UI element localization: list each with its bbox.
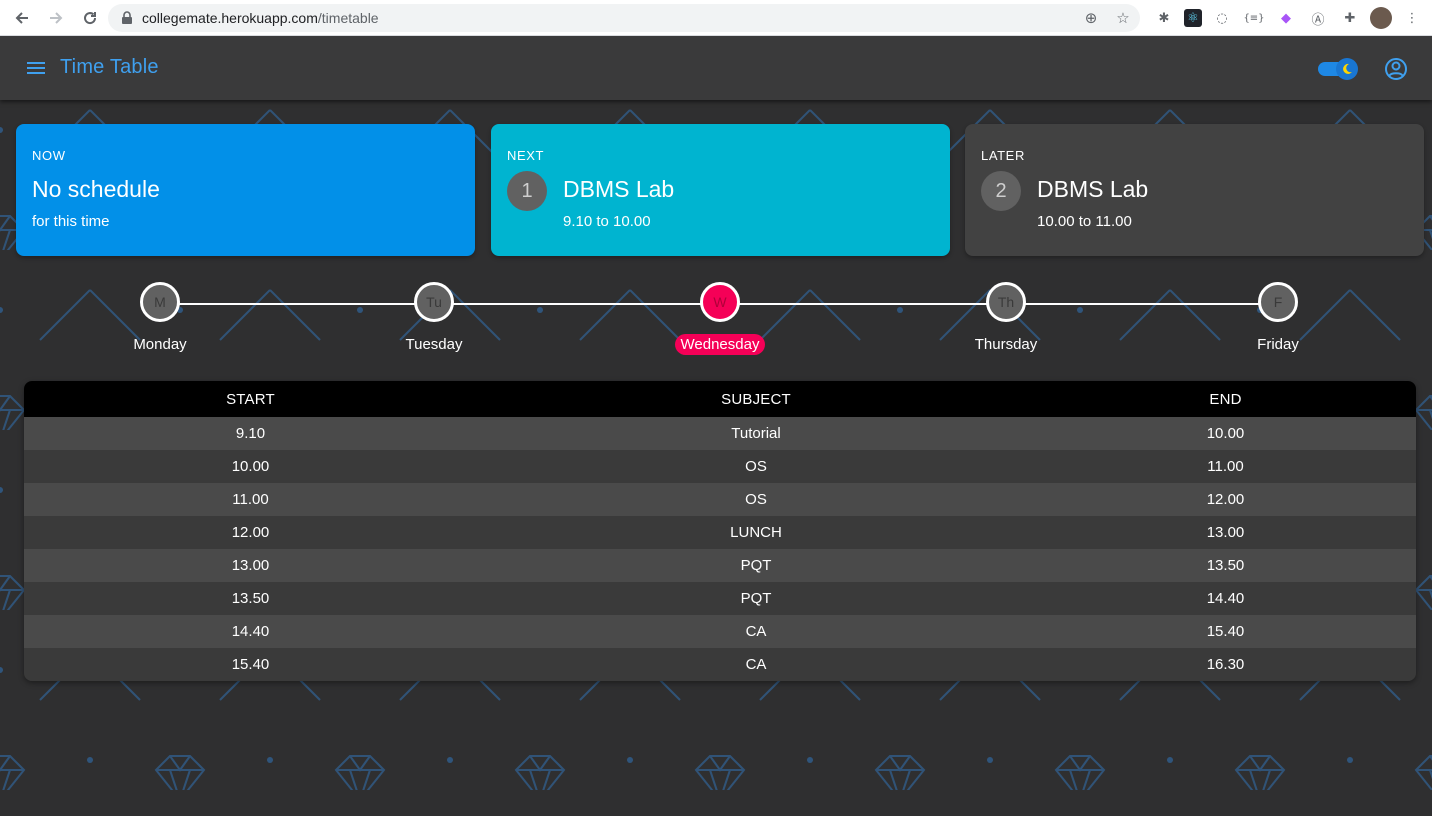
cell-start: 11.00	[232, 491, 269, 508]
star-icon[interactable]: ☆	[1114, 9, 1132, 27]
bug-extension-icon[interactable]: ✱	[1152, 6, 1176, 30]
cell-subject: OS	[745, 491, 767, 508]
now-card: NOW No schedule for this time	[16, 124, 475, 256]
back-icon[interactable]	[6, 2, 38, 34]
cell-end: 12.00	[1206, 491, 1245, 508]
cell-subject: CA	[745, 656, 767, 673]
card-label: NEXT	[507, 148, 545, 163]
day-step-wednesday[interactable]: W Wednesday	[660, 282, 780, 355]
forward-icon[interactable]	[40, 2, 72, 34]
card-label: LATER	[981, 148, 1025, 163]
table-row: 13.00 PQT 13.50	[24, 549, 1416, 582]
day-step-friday[interactable]: F Friday	[1218, 282, 1338, 355]
cell-end: 13.00	[1206, 524, 1245, 541]
app-bar: Time Table	[0, 36, 1432, 100]
json-extension-icon[interactable]: {≡}	[1242, 6, 1266, 30]
card-subtitle: 10.00 to 11.00	[1037, 213, 1132, 230]
add-tab-icon[interactable]: ⊕	[1082, 9, 1100, 27]
cell-end: 13.50	[1206, 557, 1245, 574]
card-title: DBMS Lab	[1037, 176, 1149, 202]
chrome-menu-icon[interactable]: ⋮	[1400, 6, 1424, 30]
table-row: 14.40 CA 15.40	[24, 615, 1416, 648]
moon-icon	[1336, 58, 1358, 80]
day-step-tuesday[interactable]: Tu Tuesday	[374, 282, 494, 355]
column-header-start: START	[226, 390, 275, 408]
cell-start: 13.00	[231, 557, 270, 574]
table-row: 15.40 CA 16.30	[24, 648, 1416, 681]
cell-start: 12.00	[231, 524, 270, 541]
day-dot[interactable]: F	[1258, 282, 1298, 322]
cell-subject: PQT	[740, 590, 772, 607]
url-text: collegemate.herokuapp.com/timetable	[142, 10, 379, 26]
day-step-thursday[interactable]: Th Thursday	[946, 282, 1066, 355]
next-card: NEXT 1 DBMS Lab 9.10 to 10.00	[491, 124, 950, 256]
a-extension-icon[interactable]: Ⓐ	[1306, 6, 1330, 30]
day-dot[interactable]: W	[700, 282, 740, 322]
day-step-monday[interactable]: M Monday	[100, 282, 220, 355]
browser-toolbar: collegemate.herokuapp.com/timetable ⊕ ☆ …	[0, 0, 1432, 36]
day-label: Tuesday	[405, 336, 463, 353]
timetable: START SUBJECT END 9.10 Tutorial 10.00 10…	[24, 381, 1416, 681]
cell-subject: Tutorial	[731, 425, 781, 442]
later-card: LATER 2 DBMS Lab 10.00 to 11.00	[965, 124, 1424, 256]
day-label: Wednesday	[674, 334, 766, 355]
cell-end: 16.30	[1206, 656, 1245, 673]
reload-icon[interactable]	[74, 2, 106, 34]
table-row: 11.00 OS 12.00	[24, 483, 1416, 516]
table-row: 10.00 OS 11.00	[24, 450, 1416, 483]
cell-subject: PQT	[740, 557, 772, 574]
address-bar[interactable]: collegemate.herokuapp.com/timetable ⊕ ☆	[108, 4, 1140, 32]
cell-start: 9.10	[235, 425, 266, 442]
card-title: DBMS Lab	[563, 176, 675, 202]
table-row: 13.50 PQT 14.40	[24, 582, 1416, 615]
column-header-end: END	[1209, 390, 1242, 408]
day-dot[interactable]: M	[140, 282, 180, 322]
table-header: START SUBJECT END	[24, 381, 1416, 417]
cell-start: 10.00	[231, 458, 270, 475]
day-label: Thursday	[974, 336, 1038, 353]
profile-avatar[interactable]	[1370, 7, 1392, 29]
hamburger-menu-icon[interactable]	[24, 56, 48, 80]
page-title: Time Table	[60, 56, 159, 78]
theme-toggle[interactable]	[1316, 58, 1360, 80]
table-row: 9.10 Tutorial 10.00	[24, 417, 1416, 450]
cell-subject: CA	[745, 623, 767, 640]
card-number-avatar: 1	[507, 171, 547, 211]
lock-icon	[122, 11, 132, 24]
table-row: 12.00 LUNCH 13.00	[24, 516, 1416, 549]
column-header-subject: SUBJECT	[721, 390, 791, 408]
card-subtitle: for this time	[32, 213, 110, 230]
cell-end: 11.00	[1207, 458, 1244, 475]
cell-start: 14.40	[231, 623, 270, 640]
card-title: No schedule	[32, 176, 160, 202]
card-label: NOW	[32, 148, 66, 163]
cell-start: 15.40	[231, 656, 270, 673]
cell-end: 15.40	[1206, 623, 1245, 640]
extensions-bar: ✱ ⚛ ◌ {≡} ◆ Ⓐ ✚ ⋮	[1152, 6, 1424, 30]
cell-subject: LUNCH	[730, 524, 782, 541]
react-extension-icon[interactable]: ⚛	[1184, 9, 1202, 27]
puzzle-extensions-icon[interactable]: ✚	[1338, 6, 1362, 30]
cell-start: 13.50	[231, 590, 270, 607]
day-dot[interactable]: Tu	[414, 282, 454, 322]
cell-end: 14.40	[1206, 590, 1245, 607]
purple-extension-icon[interactable]: ◆	[1274, 6, 1298, 30]
loader-extension-icon[interactable]: ◌	[1210, 6, 1234, 30]
card-subtitle: 9.10 to 10.00	[563, 213, 651, 230]
day-dot[interactable]: Th	[986, 282, 1026, 322]
cell-end: 10.00	[1206, 425, 1245, 442]
day-stepper: M Monday Tu Tuesday W Wednesday Th Thurs…	[0, 282, 1432, 362]
card-number-avatar: 2	[981, 171, 1021, 211]
day-label: Monday	[133, 336, 187, 353]
account-icon[interactable]	[1383, 56, 1409, 82]
cell-subject: OS	[745, 458, 767, 475]
day-label: Friday	[1257, 336, 1299, 353]
